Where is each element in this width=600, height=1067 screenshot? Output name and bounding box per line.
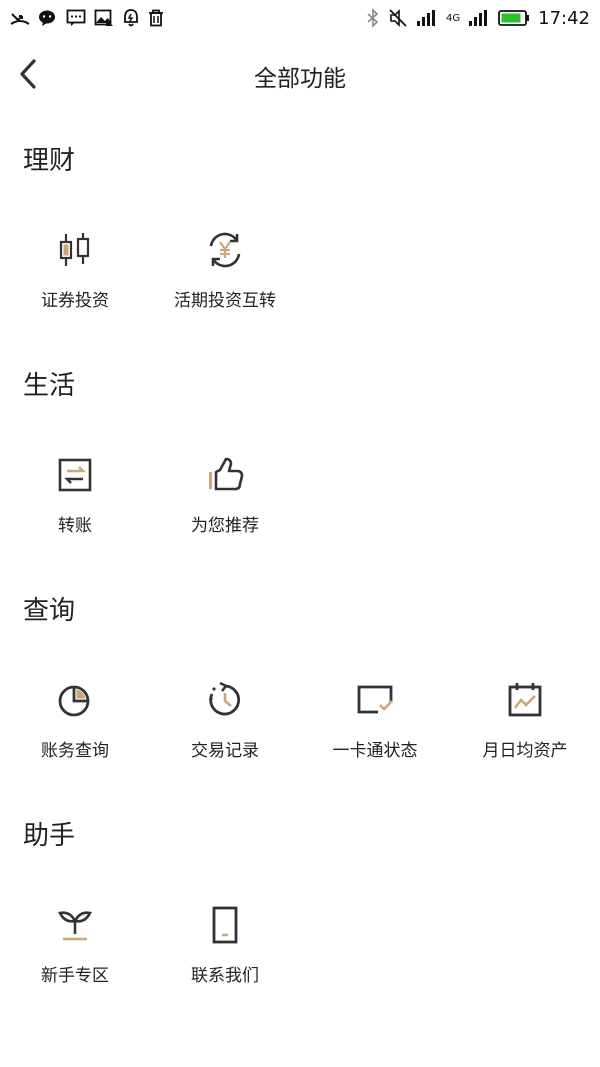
grid-item-label: 活期投资互转 (174, 291, 276, 311)
grid-item-label: 联系我们 (191, 966, 259, 986)
grid-item-label: 为您推荐 (191, 516, 259, 536)
history-clock-icon (205, 680, 245, 720)
nav-bar: 全部功能 (0, 36, 600, 116)
candlestick-icon (55, 230, 95, 270)
grid-item-label: 转账 (58, 516, 92, 536)
status-system: 4G 17:42 (366, 8, 590, 29)
transfer-icon (55, 455, 95, 495)
grid-item-card-status[interactable]: 一卡通状态 (300, 680, 450, 790)
sprout-icon (55, 905, 95, 945)
grid-item-securities[interactable]: 证券投资 (0, 230, 150, 340)
card-check-icon (355, 680, 395, 720)
grid-item-transaction-history[interactable]: 交易记录 (150, 680, 300, 790)
section-title-life: 生活 (23, 371, 76, 401)
status-bar: 4G 17:42 (0, 0, 600, 36)
message-icon (66, 9, 86, 27)
grid-item-recommend[interactable]: 为您推荐 (150, 455, 300, 565)
section-title-wealth: 理财 (23, 146, 76, 176)
status-time: 17:42 (538, 7, 590, 29)
wechat-icon (38, 9, 58, 27)
grid-item-label: 交易记录 (191, 741, 259, 761)
grid-item-label: 月日均资产 (482, 741, 568, 761)
yuan-cycle-icon (205, 230, 245, 270)
grid-item-label: 新手专区 (41, 966, 109, 986)
mute-icon (388, 8, 408, 28)
grid-item-contact-us[interactable]: 联系我们 (150, 905, 300, 1015)
chevron-left-icon (17, 58, 39, 94)
phone-icon (205, 905, 245, 945)
bluetooth-icon (366, 8, 380, 28)
image-icon (94, 9, 114, 27)
signal-icon (416, 9, 438, 27)
alarm-bell-icon (122, 8, 140, 28)
signal-icon-2 (468, 9, 490, 27)
grid-item-account-query[interactable]: 账务查询 (0, 680, 150, 790)
calendar-chart-icon (505, 680, 545, 720)
grid-item-label: 证券投资 (41, 291, 109, 311)
section-title-assistant: 助手 (23, 821, 76, 851)
pie-chart-icon (55, 680, 95, 720)
grid-item-newbie-zone[interactable]: 新手专区 (0, 905, 150, 1015)
back-button[interactable] (10, 56, 46, 96)
grid-item-transfer[interactable]: 转账 (0, 455, 150, 565)
battery-icon (498, 9, 530, 27)
grid-item-monthly-avg-assets[interactable]: 月日均资产 (450, 680, 600, 790)
grid-item-label: 一卡通状态 (332, 741, 418, 761)
section-title-query: 查询 (23, 596, 76, 626)
grid-item-current-transfer[interactable]: 活期投资互转 (150, 230, 300, 340)
thumbs-up-icon (205, 455, 245, 495)
missed-call-icon (10, 10, 30, 26)
status-notifications (10, 8, 164, 28)
trash-icon (148, 9, 164, 27)
network-type-label: 4G (446, 12, 461, 24)
grid-item-label: 账务查询 (41, 741, 109, 761)
page-title: 全部功能 (254, 66, 346, 92)
